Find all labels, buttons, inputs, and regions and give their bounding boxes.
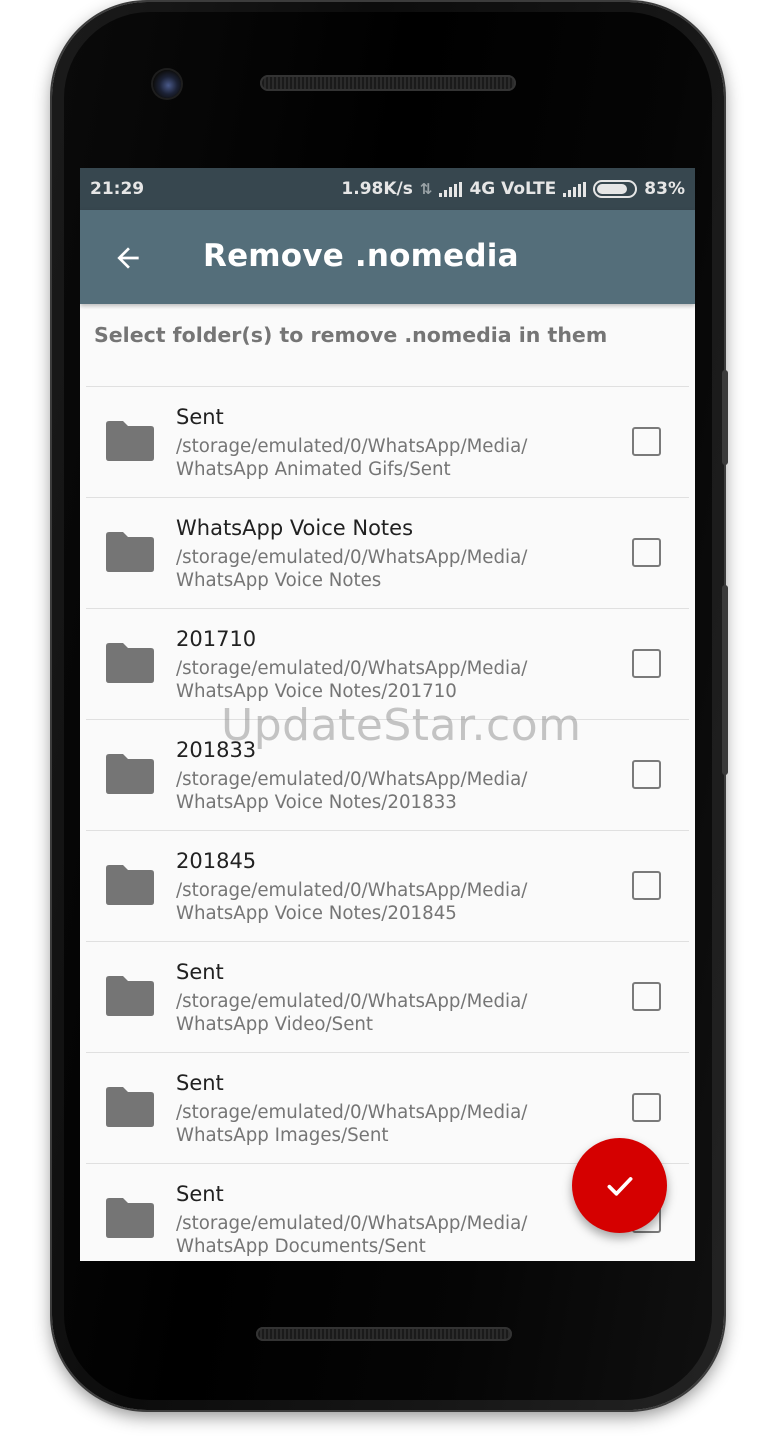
folder-icon [106,1198,154,1238]
status-time: 21:29 [90,179,145,199]
folder-icon [106,754,154,794]
screen: 21:29 1.98K/s ⇅ 4G VoLTE 83% Remove .nom… [80,168,695,1261]
folder-name: 201845 [176,849,257,873]
bottom-speaker [256,1327,512,1341]
folder-path-line2: WhatsApp Voice Notes/201845 [176,903,457,924]
instruction-text: Select folder(s) to remove .nomedia in t… [94,323,608,347]
front-camera [153,70,181,98]
folder-name: 201833 [176,738,257,762]
folder-path-line2: WhatsApp Images/Sent [176,1125,389,1146]
folder-checkbox[interactable] [632,871,661,900]
folder-path-line2: WhatsApp Documents/Sent [176,1236,426,1257]
folder-path: /storage/emulated/0/WhatsApp/Media/ What… [176,768,596,814]
folder-row[interactable]: Sent /storage/emulated/0/WhatsApp/Media/… [86,942,689,1053]
network-type: 4G VoLTE [469,179,557,199]
folder-path-line1: /storage/emulated/0/WhatsApp/Media/ [176,991,528,1012]
battery-percent: 83% [644,179,685,199]
network-speed: 1.98K/s [341,179,413,199]
signal-icon [439,181,463,197]
folder-path: /storage/emulated/0/WhatsApp/Media/ What… [176,657,596,703]
power-button [722,585,728,775]
page-title: Remove .nomedia [203,238,519,274]
folder-path: /storage/emulated/0/WhatsApp/Media/ What… [176,1212,596,1258]
folder-path-line1: /storage/emulated/0/WhatsApp/Media/ [176,880,528,901]
folder-name: Sent [176,1071,224,1095]
folder-row[interactable]: 201710 /storage/emulated/0/WhatsApp/Medi… [86,609,689,720]
folder-name: Sent [176,405,224,429]
folder-path: /storage/emulated/0/WhatsApp/Media/ What… [176,435,596,481]
folder-row[interactable]: 201833 /storage/emulated/0/WhatsApp/Medi… [86,720,689,831]
folder-path-line2: WhatsApp Voice Notes/201710 [176,681,457,702]
folder-path: /storage/emulated/0/WhatsApp/Media/ What… [176,990,596,1036]
folder-list: Sent /storage/emulated/0/WhatsApp/Media/… [86,387,689,1261]
folder-checkbox[interactable] [632,427,661,456]
folder-checkbox[interactable] [632,760,661,789]
folder-icon [106,421,154,461]
folder-checkbox[interactable] [632,982,661,1011]
volume-button [722,370,728,465]
folder-icon [106,865,154,905]
folder-name: Sent [176,1182,224,1206]
battery-icon [593,180,638,198]
folder-path-line2: WhatsApp Animated Gifs/Sent [176,459,451,480]
folder-path-line1: /storage/emulated/0/WhatsApp/Media/ [176,436,528,457]
folder-checkbox[interactable] [632,538,661,567]
folder-name: WhatsApp Voice Notes [176,516,414,540]
status-bar: 21:29 1.98K/s ⇅ 4G VoLTE 83% [80,168,695,210]
folder-path-line1: /storage/emulated/0/WhatsApp/Media/ [176,658,528,679]
folder-path-line1: /storage/emulated/0/WhatsApp/Media/ [176,769,528,790]
folder-name: Sent [176,960,224,984]
folder-path-line2: WhatsApp Video/Sent [176,1014,374,1035]
folder-path-line1: /storage/emulated/0/WhatsApp/Media/ [176,1213,528,1234]
signal-icon-2 [563,181,587,197]
folder-path-line2: WhatsApp Voice Notes/201833 [176,792,457,813]
folder-checkbox[interactable] [632,649,661,678]
folder-path: /storage/emulated/0/WhatsApp/Media/ What… [176,546,596,592]
folder-row[interactable]: WhatsApp Voice Notes /storage/emulated/0… [86,498,689,609]
app-bar: Remove .nomedia [80,210,695,304]
confirm-fab-button[interactable] [572,1138,667,1233]
folder-path-line2: WhatsApp Voice Notes [176,570,382,591]
folder-checkbox[interactable] [632,1093,661,1122]
earpiece-speaker [260,75,516,91]
folder-path: /storage/emulated/0/WhatsApp/Media/ What… [176,1101,596,1147]
check-icon [607,1176,632,1196]
folder-path-line1: /storage/emulated/0/WhatsApp/Media/ [176,1102,528,1123]
folder-path: /storage/emulated/0/WhatsApp/Media/ What… [176,879,596,925]
folder-icon [106,976,154,1016]
folder-icon [106,1087,154,1127]
folder-name: 201710 [176,627,257,651]
arrow-back-icon[interactable] [112,242,144,274]
data-activity-icon: ⇅ [419,180,433,198]
folder-row[interactable]: Sent /storage/emulated/0/WhatsApp/Media/… [86,387,689,498]
folder-icon [106,532,154,572]
folder-path-line1: /storage/emulated/0/WhatsApp/Media/ [176,547,528,568]
folder-row[interactable]: 201845 /storage/emulated/0/WhatsApp/Medi… [86,831,689,942]
folder-icon [106,643,154,683]
